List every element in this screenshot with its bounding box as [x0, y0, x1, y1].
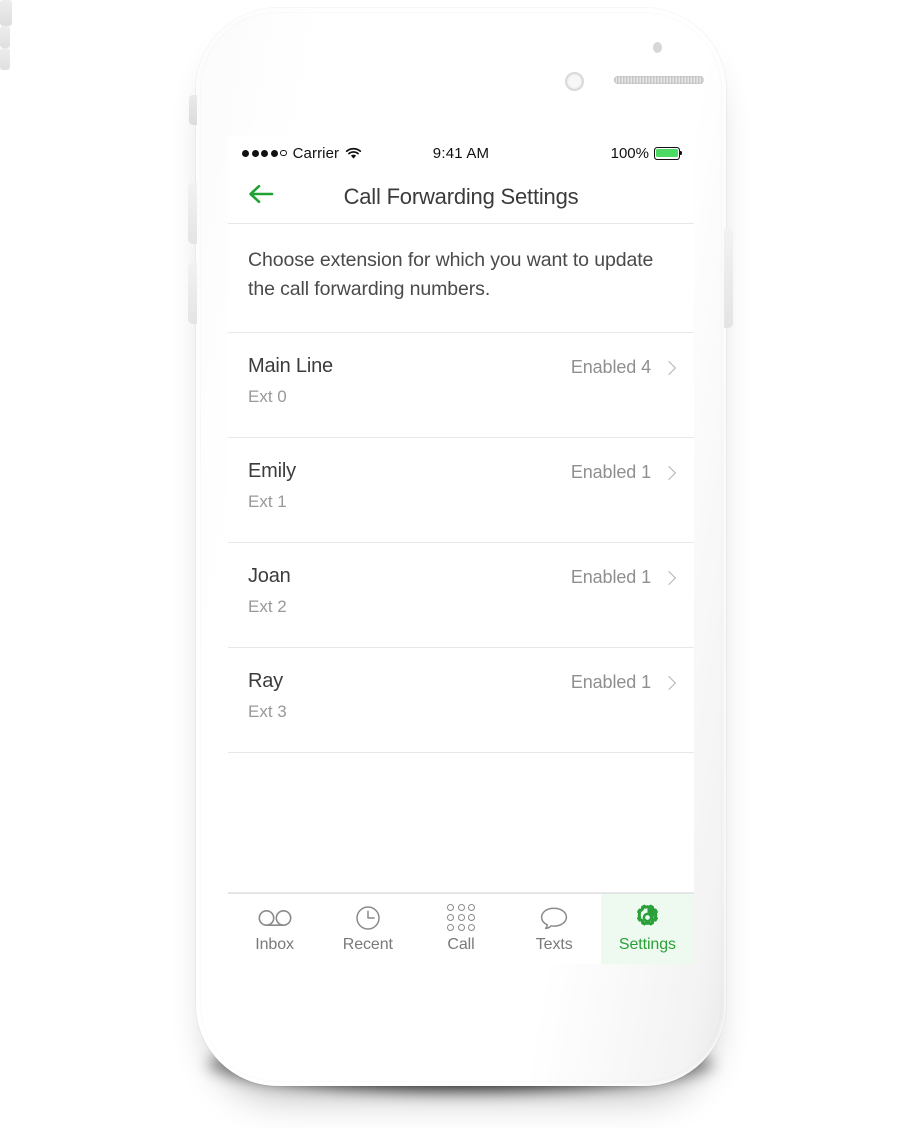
- phone-screen: Carrier 9:41 AM 100% Call Forwarding Set…: [228, 136, 694, 964]
- extension-status-group: Enabled 1: [570, 459, 677, 483]
- extension-name: Main Line: [248, 355, 333, 377]
- tab-label: Call: [447, 935, 475, 953]
- antenna-band-bottom-right: [0, 48, 10, 70]
- speech-bubble-icon: [539, 905, 569, 931]
- volume-up-button[interactable]: [188, 182, 197, 244]
- extension-name: Joan: [248, 565, 291, 587]
- extension-name: Ray: [248, 670, 283, 692]
- extension-number: Ext 1: [248, 492, 287, 511]
- chevron-right-icon: [661, 465, 677, 480]
- extension-number: Ext 3: [248, 702, 287, 721]
- tab-label: Texts: [535, 935, 573, 953]
- navigation-bar: Call Forwarding Settings: [228, 170, 694, 224]
- volume-down-button[interactable]: [188, 262, 197, 324]
- description-block: Choose extension for which you want to u…: [228, 224, 694, 333]
- silent-switch-button[interactable]: [189, 95, 197, 125]
- battery-percentage-label: 100%: [610, 144, 649, 162]
- tab-label: Settings: [618, 935, 676, 953]
- extension-row-ray[interactable]: Ray Ext 3 Enabled 1: [228, 648, 694, 753]
- power-button[interactable]: [724, 228, 733, 328]
- antenna-band-top-right: [0, 0, 12, 26]
- description-text: Choose extension for which you want to u…: [248, 249, 654, 300]
- extension-labels: Main Line Ext 0: [248, 354, 333, 407]
- extension-labels: Emily Ext 1: [248, 459, 296, 512]
- extension-status-group: Enabled 4: [570, 354, 677, 378]
- chevron-right-icon: [661, 675, 677, 690]
- earpiece-speaker: [614, 76, 704, 84]
- front-camera-icon: [565, 72, 584, 91]
- tab-label: Recent: [342, 935, 393, 953]
- extension-labels: Joan Ext 2: [248, 564, 291, 617]
- page-title: Call Forwarding Settings: [343, 183, 579, 209]
- chevron-right-icon: [661, 570, 677, 585]
- extension-status-group: Enabled 1: [570, 564, 677, 588]
- extension-number: Ext 2: [248, 597, 287, 616]
- tab-recent[interactable]: Recent: [321, 894, 414, 964]
- back-arrow-icon: [247, 183, 275, 210]
- status-badge: Enabled 1: [570, 672, 651, 692]
- tab-inbox[interactable]: Inbox: [228, 894, 321, 964]
- extension-row-emily[interactable]: Emily Ext 1 Enabled 1: [228, 438, 694, 543]
- status-bar-right: 100%: [610, 144, 683, 162]
- extension-name: Emily: [248, 460, 296, 482]
- tab-texts[interactable]: Texts: [508, 894, 601, 964]
- extension-status-group: Enabled 1: [570, 669, 677, 693]
- extension-list: Main Line Ext 0 Enabled 4 Emily Ext 1 En…: [228, 333, 694, 753]
- status-badge: Enabled 4: [570, 357, 651, 377]
- status-badge: Enabled 1: [570, 567, 651, 587]
- back-button[interactable]: [244, 182, 278, 212]
- tab-settings[interactable]: Settings: [600, 894, 694, 964]
- tab-bar: Inbox Recent Call Texts Settings: [228, 893, 694, 964]
- voicemail-icon: [257, 905, 293, 931]
- battery-icon: [654, 146, 683, 160]
- extension-labels: Ray Ext 3: [248, 669, 287, 722]
- list-empty-area: [228, 753, 694, 893]
- keypad-icon: [447, 903, 475, 932]
- tab-label: Inbox: [255, 935, 294, 953]
- status-bar: Carrier 9:41 AM 100%: [228, 136, 694, 170]
- extension-row-main-line[interactable]: Main Line Ext 0 Enabled 4: [228, 333, 694, 438]
- chevron-right-icon: [661, 360, 677, 375]
- antenna-band-bottom-left: [0, 26, 10, 48]
- extension-number: Ext 0: [248, 387, 287, 406]
- tab-call[interactable]: Call: [414, 894, 507, 964]
- gear-icon: [634, 904, 661, 931]
- clock-icon: [355, 905, 381, 931]
- proximity-sensor-icon: [653, 42, 662, 53]
- extension-row-joan[interactable]: Joan Ext 2 Enabled 1: [228, 543, 694, 648]
- status-badge: Enabled 1: [570, 462, 651, 482]
